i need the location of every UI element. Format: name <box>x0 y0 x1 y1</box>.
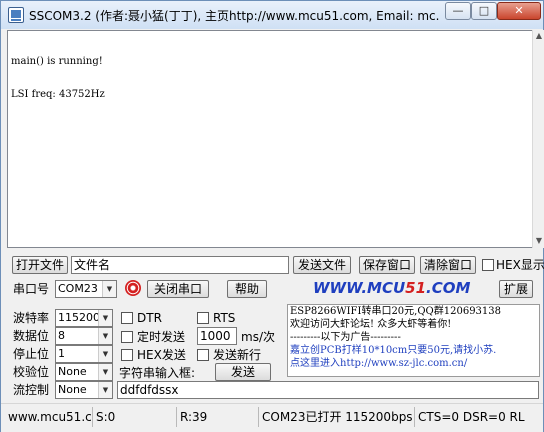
close-button[interactable]: ✕ <box>497 2 541 20</box>
scroll-up-icon[interactable]: ▲ <box>533 30 544 42</box>
databits-value: 8 <box>58 329 65 342</box>
ad-panel: ESP8266WIFI转串口20元,QQ群120693138 欢迎访问大虾论坛!… <box>287 304 540 377</box>
databits-label: 数据位 <box>13 329 50 343</box>
interval-unit: ms/次 <box>241 330 275 344</box>
terminal-output: main() is running! LSI freq: 43752Hz <box>11 34 105 122</box>
send-newline-label: 发送新行 <box>213 348 262 362</box>
port-value: COM23 <box>58 282 98 295</box>
interval-field[interactable]: 1000 <box>197 327 237 345</box>
input-label: 字符串输入框: <box>119 366 196 380</box>
flow-select[interactable]: None ▼ <box>55 381 113 399</box>
string-input[interactable]: ddfdfdssx <box>117 381 539 399</box>
expand-button[interactable]: 扩展 <box>499 280 533 298</box>
send-file-button[interactable]: 发送文件 <box>293 256 351 274</box>
status-received: R:39 <box>177 407 259 427</box>
parity-value: None <box>58 365 87 378</box>
port-status-icon <box>125 280 141 296</box>
chevron-down-icon: ▼ <box>98 382 112 398</box>
app-window: SSCOM3.2 (作者:聂小猛(丁丁), 主页http://www.mcu51… <box>0 0 544 432</box>
send-button[interactable]: 发送 <box>215 363 271 381</box>
terminal-line: LSI freq: 43752Hz <box>11 89 105 100</box>
baud-label: 波特率 <box>13 311 50 325</box>
stopbits-label: 停止位 <box>13 347 50 361</box>
hex-display-label: HEX显示 <box>496 258 544 272</box>
hex-send-label: HEX发送 <box>137 348 186 362</box>
dtr-checkbox[interactable] <box>121 312 133 324</box>
minimize-button[interactable]: — <box>445 2 471 20</box>
filename-field[interactable]: 文件名 <box>71 256 289 274</box>
status-sent: S:0 <box>93 407 177 427</box>
open-file-button[interactable]: 打开文件 <box>12 256 68 274</box>
chevron-down-icon: ▼ <box>98 310 112 326</box>
rts-checkbox[interactable] <box>197 312 209 324</box>
chevron-down-icon: ▼ <box>98 346 112 362</box>
receive-terminal[interactable]: main() is running! LSI freq: 43752Hz <box>7 30 533 248</box>
status-lines: CTS=0 DSR=0 RL <box>418 410 525 424</box>
chevron-down-icon: ▼ <box>98 328 112 344</box>
logo-suffix: .COM <box>426 279 471 297</box>
title-bar[interactable]: SSCOM3.2 (作者:聂小猛(丁丁), 主页http://www.mcu51… <box>1 1 543 29</box>
ad-link[interactable]: 点这里进入http://www.sz-jlc.com.cn/ <box>288 357 539 370</box>
status-port: COM23已打开 115200bps <box>259 407 415 427</box>
flow-value: None <box>58 383 87 396</box>
terminal-scrollbar[interactable]: ▲ ▼ <box>532 30 544 248</box>
port-select[interactable]: COM23 ▼ <box>55 280 117 298</box>
port-label: 串口号 <box>13 282 50 296</box>
flow-label: 流控制 <box>13 383 50 397</box>
hex-send-checkbox[interactable] <box>121 349 133 361</box>
logo-prefix: WWW.MCU <box>313 279 406 297</box>
ad-link[interactable]: 嘉立创PCB打样10*10cm只要50元,请找小苏. <box>288 344 539 357</box>
help-button[interactable]: 帮助 <box>227 280 267 298</box>
timed-send-checkbox[interactable] <box>121 331 133 343</box>
status-bar: www.mcu51.cor S:0 R:39 COM23已打开 115200bp… <box>1 403 543 432</box>
status-site: www.mcu51.cor <box>5 407 93 427</box>
rts-label: RTS <box>213 311 236 325</box>
chevron-down-icon: ▼ <box>98 364 112 380</box>
window-title: SSCOM3.2 (作者:聂小猛(丁丁), 主页http://www.mcu51… <box>29 9 439 23</box>
baud-select[interactable]: 115200 ▼ <box>55 309 113 327</box>
scroll-down-icon[interactable]: ▼ <box>533 235 544 247</box>
baud-value: 115200 <box>58 311 100 324</box>
brand-logo[interactable]: WWW.MCU51.COM <box>313 279 470 297</box>
ad-line: ---------以下为广告--------- <box>290 332 401 343</box>
logo-highlight: 51 <box>405 279 427 297</box>
ad-line: ESP8266WIFI转串口20元,QQ群120693138 <box>290 306 502 317</box>
chevron-down-icon: ▼ <box>102 281 116 297</box>
timed-send-label: 定时发送 <box>137 330 186 344</box>
app-icon <box>8 7 24 23</box>
terminal-line: main() is running! <box>11 56 103 67</box>
stopbits-value: 1 <box>58 347 65 360</box>
hex-display-checkbox[interactable] <box>482 259 494 271</box>
stopbits-select[interactable]: 1 ▼ <box>55 345 113 363</box>
clear-window-button[interactable]: 清除窗口 <box>420 256 476 274</box>
ad-line: 欢迎访问大虾论坛! 众多大虾等着你! <box>290 319 452 330</box>
send-newline-checkbox[interactable] <box>197 349 209 361</box>
close-port-button[interactable]: 关闭串口 <box>147 280 209 298</box>
parity-select[interactable]: None ▼ <box>55 363 113 381</box>
parity-label: 校验位 <box>13 365 50 379</box>
dtr-label: DTR <box>137 311 162 325</box>
maximize-button[interactable]: □ <box>471 2 497 20</box>
save-window-button[interactable]: 保存窗口 <box>359 256 415 274</box>
databits-select[interactable]: 8 ▼ <box>55 327 113 345</box>
